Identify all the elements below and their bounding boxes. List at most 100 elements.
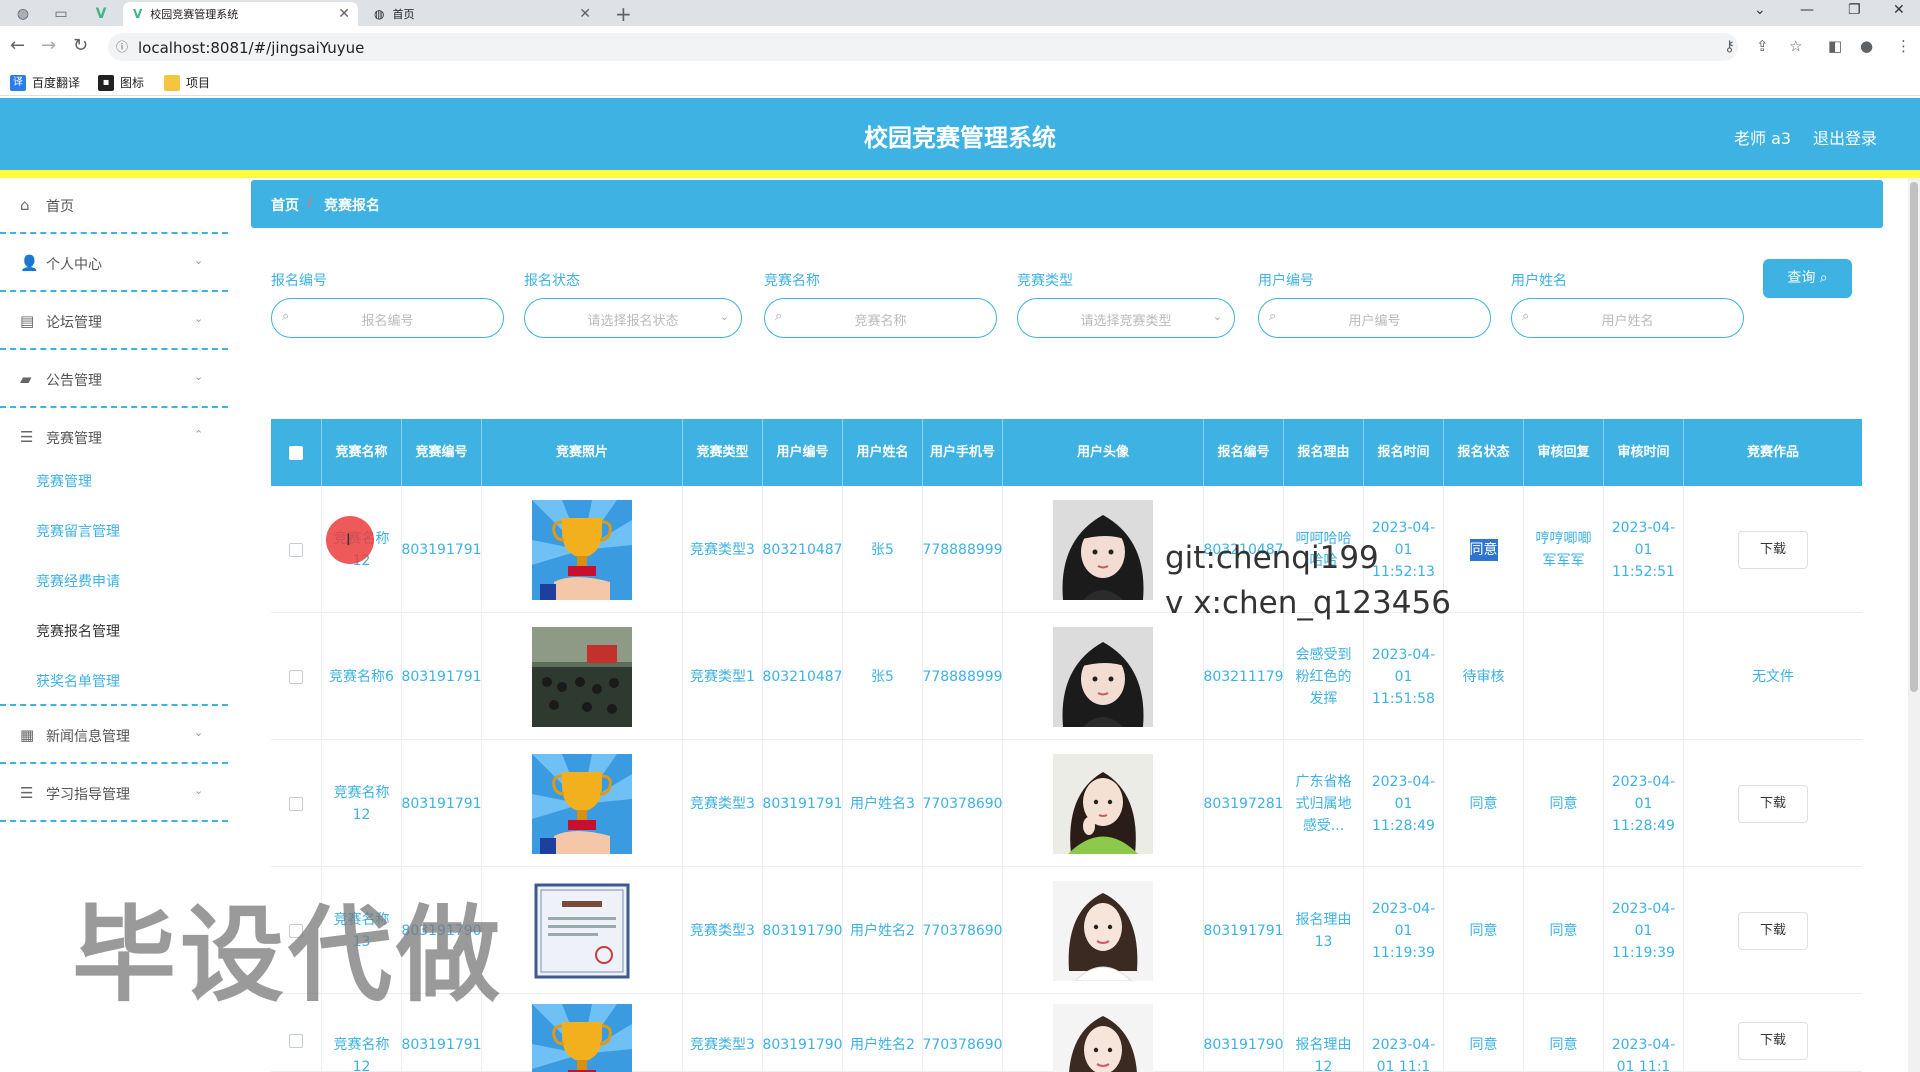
- cell-status: 同意: [1444, 486, 1524, 613]
- cell-text: 1680319179125: [402, 668, 482, 685]
- sidebar-subitem-competition-signup[interactable]: 竞赛报名管理: [36, 621, 120, 641]
- sidebar-subitem-award-list[interactable]: 获奖名单管理: [36, 671, 120, 691]
- search-input-signup-id[interactable]: ⌕ 报名编号: [271, 298, 504, 338]
- scrollbar-thumb[interactable]: [1910, 182, 1918, 692]
- globe-favicon-icon: ◍: [374, 7, 385, 21]
- select-all-checkbox[interactable]: [289, 445, 303, 460]
- download-button[interactable]: 下载: [1738, 1022, 1808, 1060]
- cell-text: 2023-04-01 11:52:13: [1371, 519, 1436, 580]
- cell-text: 同意: [1549, 922, 1578, 939]
- bookmark-item[interactable]: 译 百度翻译: [10, 74, 80, 91]
- pinned-tab-vue-icon[interactable]: V: [86, 3, 116, 24]
- sidebar-item-forum[interactable]: ▤ 论坛管理 ⌄: [0, 292, 228, 350]
- cell-signup-id: 1680321117952: [1204, 613, 1284, 740]
- row-checkbox[interactable]: [289, 542, 303, 557]
- sidebar-subitem-competition-manage[interactable]: 竞赛管理: [36, 471, 92, 491]
- reload-icon[interactable]: ↻: [73, 35, 88, 56]
- cell-text: 1680321048789: [763, 668, 843, 685]
- profile-icon[interactable]: ●: [1860, 37, 1873, 55]
- sidebar-subitem-competition-funding[interactable]: 竞赛经费申请: [36, 571, 120, 591]
- folder-icon: [164, 74, 180, 91]
- work-cell: 下载: [1684, 867, 1862, 994]
- table-row: 竞赛名称131680319179097 竞赛类型31680319179097用户…: [271, 867, 1862, 994]
- search-input-user-id[interactable]: ⌕ 用户编号: [1258, 298, 1491, 338]
- search-input-competition-name[interactable]: ⌕ 竞赛名称: [764, 298, 997, 338]
- list-icon: ☰: [20, 784, 34, 802]
- address-bar[interactable]: ⓘ localhost:8081/#/jingsaiYuyue: [108, 33, 1738, 61]
- cell-text: 竞赛名称12: [333, 1037, 390, 1072]
- column-header: 审核回复: [1524, 419, 1604, 486]
- back-icon[interactable]: ←: [10, 35, 25, 56]
- breadcrumb-home[interactable]: 首页: [271, 195, 299, 215]
- cell-comp-id: 1680319179148: [402, 740, 482, 867]
- pinned-tab-globe-icon[interactable]: ◍: [8, 3, 38, 24]
- row-checkbox[interactable]: [289, 796, 303, 811]
- briefcase-icon: ▰: [20, 370, 32, 388]
- competition-photo: [532, 626, 632, 727]
- share-icon[interactable]: ⇪: [1756, 37, 1769, 55]
- select-all-cell: [271, 419, 322, 486]
- tab-search-chevron-icon[interactable]: ⌄: [1754, 2, 1766, 18]
- cell-text: 会感受到粉红色的发挥: [1295, 646, 1352, 707]
- sidebar-subitem-competition-message[interactable]: 竞赛留言管理: [36, 521, 120, 541]
- close-window-icon[interactable]: ✕: [1893, 2, 1905, 18]
- user-avatar: [1053, 499, 1153, 600]
- cell-user-name: 用户姓名2: [843, 867, 923, 994]
- search-label-user-id: 用户编号: [1258, 273, 1314, 289]
- sidebar-item-home[interactable]: ⌂ 首页: [0, 178, 228, 234]
- row-checkbox[interactable]: [289, 1034, 303, 1048]
- sidebar-item-study-guide[interactable]: ☰ 学习指导管理 ⌄: [0, 764, 228, 822]
- download-button[interactable]: 下载: [1738, 784, 1808, 823]
- pinned-tab-blank-icon[interactable]: ▭: [46, 3, 76, 24]
- browser-tab[interactable]: ◍ 首页 ✕: [364, 2, 599, 26]
- bookmark-item[interactable]: ▪ 图标: [98, 74, 144, 91]
- cell-user-name: 张5: [843, 486, 923, 613]
- chevron-down-icon: ⌄: [194, 312, 204, 325]
- new-tab-icon[interactable]: +: [615, 2, 632, 26]
- cell-user-name: 用户姓名2: [843, 994, 923, 1072]
- select-signup-status[interactable]: 请选择报名状态 ⌄: [524, 298, 742, 338]
- sidepanel-icon[interactable]: ◧: [1828, 37, 1842, 55]
- download-button[interactable]: 下载: [1738, 911, 1808, 950]
- competition-photo: [532, 753, 632, 854]
- bookmark-folder[interactable]: 项目: [164, 74, 210, 91]
- tab-close-icon[interactable]: ✕: [579, 6, 591, 22]
- sidebar-item-notice[interactable]: ▰ 公告管理 ⌄: [0, 350, 228, 408]
- page-scrollbar[interactable]: [1908, 178, 1920, 1072]
- cell-text: 同意: [1469, 1037, 1498, 1053]
- sidebar-item-news[interactable]: ▦ 新闻信息管理 ⌄: [0, 706, 228, 764]
- minimize-icon[interactable]: —: [1800, 2, 1814, 18]
- key-icon[interactable]: ⚷: [1724, 37, 1735, 55]
- work-cell: 下载: [1684, 740, 1862, 867]
- cell-user-name: 用户姓名3: [843, 740, 923, 867]
- forward-icon[interactable]: →: [41, 35, 56, 56]
- cell-phone: 17703786903: [923, 740, 1003, 867]
- cell-time: 2023-04-01 11:28:49: [1364, 740, 1444, 867]
- cell-text: 1680319179097: [763, 1037, 843, 1053]
- search-button[interactable]: 查询 ⌕: [1763, 259, 1852, 298]
- browser-tab-active[interactable]: V 校园竞赛管理系统 ✕: [123, 2, 358, 26]
- cell-type: 竞赛类型3: [683, 486, 763, 613]
- cell-type: 竞赛类型1: [683, 613, 763, 740]
- watermark-text: git:chenqi199: [1165, 540, 1379, 576]
- cell-type: 竞赛类型3: [683, 740, 763, 867]
- logout-link[interactable]: 退出登录: [1813, 125, 1877, 149]
- tab-close-icon[interactable]: ✕: [338, 6, 350, 22]
- vue-favicon-icon: V: [133, 7, 143, 21]
- site-info-icon[interactable]: ⓘ: [116, 38, 128, 55]
- column-header: 报名时间: [1364, 419, 1444, 486]
- cell-text: 用户姓名2: [850, 922, 915, 939]
- column-header: 竞赛名称: [322, 419, 402, 486]
- row-checkbox[interactable]: [289, 669, 303, 684]
- column-header: 竞赛编号: [402, 419, 482, 486]
- select-competition-type[interactable]: 请选择竞赛类型 ⌄: [1017, 298, 1235, 338]
- search-input-user-name[interactable]: ⌕ 用户姓名: [1511, 298, 1744, 338]
- chat-icon: ▦: [20, 726, 35, 744]
- star-icon[interactable]: ☆: [1789, 37, 1802, 55]
- cell-text: 竞赛类型3: [690, 1037, 755, 1053]
- sidebar-item-profile[interactable]: 👤 个人中心 ⌄: [0, 234, 228, 292]
- sidebar-item-competition[interactable]: ☰ 竞赛管理 ⌃: [0, 408, 228, 466]
- menu-dots-icon[interactable]: ⋮: [1896, 37, 1911, 55]
- download-button[interactable]: 下载: [1738, 530, 1808, 569]
- restore-icon[interactable]: ❐: [1848, 2, 1861, 18]
